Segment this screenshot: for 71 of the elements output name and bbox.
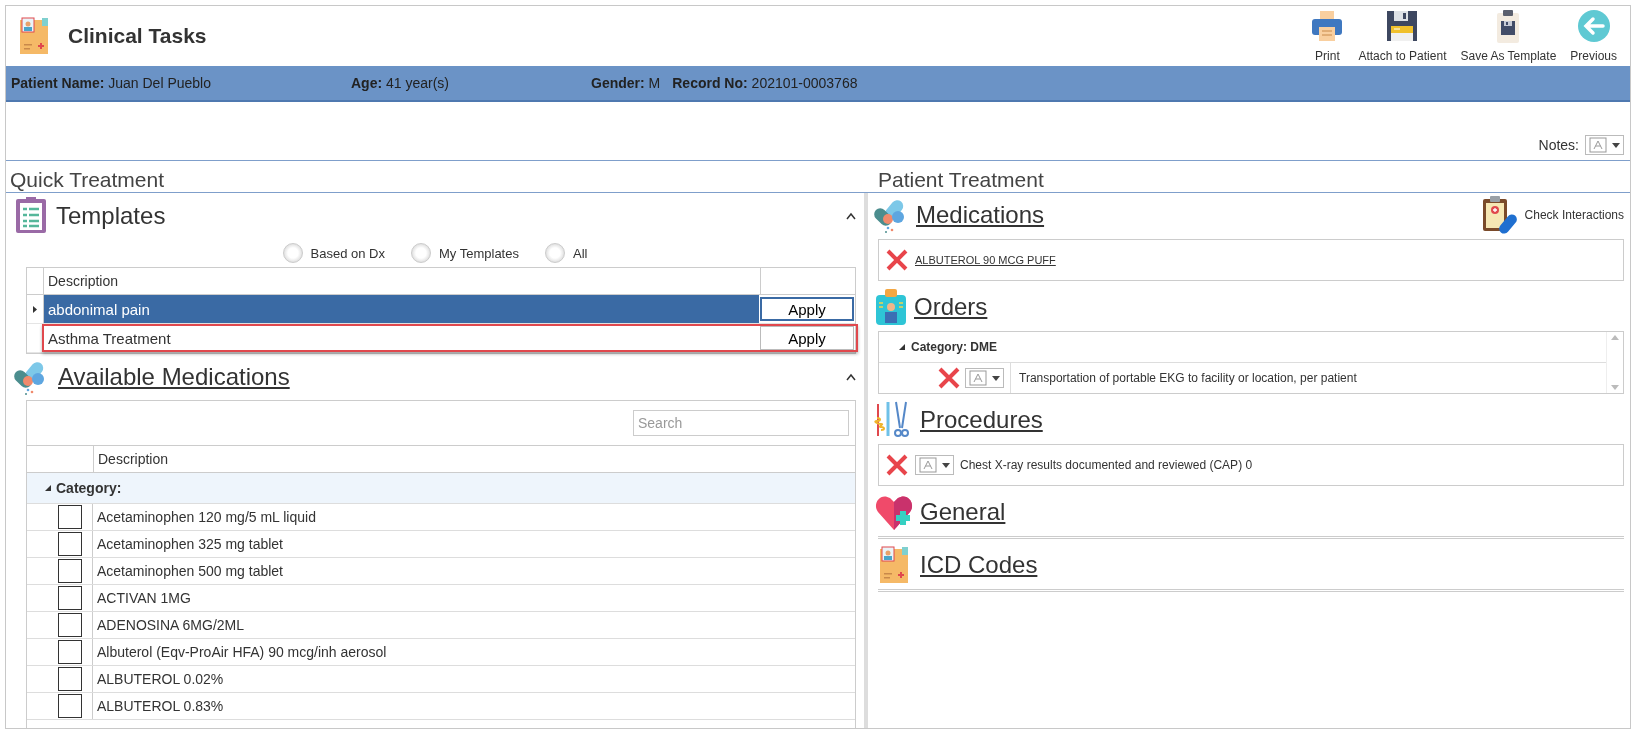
checkbox[interactable] (57, 532, 82, 556)
column-header: Description (47, 273, 120, 289)
patient-field: Gender: M (591, 75, 661, 91)
toolbar-button[interactable]: Previous (1565, 9, 1622, 63)
check-interactions-button[interactable]: Check Interactions (1480, 195, 1624, 235)
clipboard-list-icon (14, 197, 48, 235)
checkbox[interactable] (57, 694, 82, 718)
checkbox[interactable] (57, 505, 82, 529)
patient-field: Age: 41 year(s) (351, 75, 591, 91)
section-title-link[interactable]: Procedures (920, 406, 1043, 434)
medication-cell-text: ADENOSINA 6MG/2ML (96, 617, 246, 633)
medication-link[interactable]: ALBUTEROL 90 MCG PUFF (915, 254, 1056, 266)
row-pointer-icon (33, 305, 37, 313)
caret-icon (1612, 142, 1620, 148)
panel-title-link[interactable]: Available Medications (58, 363, 290, 391)
app-title: Clinical Tasks (68, 24, 207, 48)
format-dropdown[interactable] (915, 455, 954, 475)
printer-icon (1310, 9, 1345, 43)
doctor-board-icon (874, 287, 908, 327)
section-heading: Quick Treatment (9, 168, 166, 192)
patient-field: Patient Name: Juan Del Pueblo (11, 75, 351, 91)
apply-button[interactable]: Apply (760, 297, 854, 321)
toolbar-button[interactable]: Attach to Patient (1353, 9, 1452, 63)
medication-cell-text: Acetaminophen 120 mg/5 mL liquid (96, 509, 317, 525)
delete-x-icon[interactable] (937, 366, 961, 390)
format-dropdown[interactable] (1585, 135, 1624, 155)
template-row[interactable]: abdonimal pain (44, 295, 759, 323)
caret-icon (942, 462, 950, 468)
format-dropdown[interactable] (965, 368, 1004, 388)
column-header: Description (97, 451, 170, 467)
delete-x-icon[interactable] (885, 453, 909, 477)
radio-option[interactable]: All (544, 243, 588, 263)
collapse-chevron-icon[interactable] (846, 373, 856, 381)
medication-cell-text: Albuterol (Eqv-ProAir HFA) 90 mcg/inh aerosol (96, 644, 388, 660)
checkbox[interactable] (57, 559, 82, 583)
collapse-chevron-icon[interactable] (846, 212, 856, 220)
checkbox[interactable] (57, 640, 82, 664)
order-text: Transportation of portable EKG to facility or location, per patient (1018, 371, 1357, 385)
medication-cell-text: Acetaminophen 325 mg tablet (96, 536, 284, 552)
text-frame-icon (919, 457, 939, 473)
toolbar-button[interactable]: Save As Template (1455, 9, 1562, 63)
section-title-link[interactable]: ICD Codes (920, 551, 1038, 579)
section-title-link[interactable]: General (920, 498, 1006, 526)
toolbar-button[interactable]: Print (1305, 9, 1350, 63)
panel-title: Templates (56, 202, 166, 230)
medication-cell-text: ACTIVAN 1MG (96, 590, 192, 606)
search-field[interactable]: Search (633, 410, 849, 436)
text-frame-icon (969, 370, 989, 386)
apply-button[interactable]: Apply (760, 326, 854, 350)
template-row[interactable]: Asthma Treatment (44, 324, 759, 352)
procedure-text: Chest X-ray results documented and reviewed (CAP) 0 (960, 458, 1253, 472)
notes-label: Notes: (1538, 137, 1579, 153)
section-heading: Patient Treatment (878, 168, 1044, 192)
group-label: Category: (56, 480, 122, 496)
checkbox[interactable] (57, 667, 82, 691)
radio-option[interactable]: My Templates (411, 243, 519, 263)
delete-x-icon[interactable] (885, 248, 909, 272)
medication-cell-text: ALBUTEROL 0.83% (96, 698, 225, 714)
caret-icon (992, 375, 1000, 381)
group-toggle-icon[interactable] (899, 344, 905, 350)
section-title-link[interactable]: Orders (914, 293, 988, 321)
patient-field: Record No: 202101-0003768 (672, 75, 858, 91)
checkbox[interactable] (57, 613, 82, 637)
group-label: Category: DME (911, 340, 997, 354)
medication-cell-text: ALBUTEROL 0.02% (96, 671, 225, 687)
radio-option[interactable]: Based on Dx (282, 243, 385, 263)
checkbox[interactable] (57, 586, 82, 610)
section-title-link[interactable]: Medications (916, 201, 1045, 229)
group-toggle-icon[interactable] (45, 485, 51, 491)
medication-cell-text: Acetaminophen 500 mg tablet (96, 563, 284, 579)
text-frame-icon (1589, 137, 1609, 153)
